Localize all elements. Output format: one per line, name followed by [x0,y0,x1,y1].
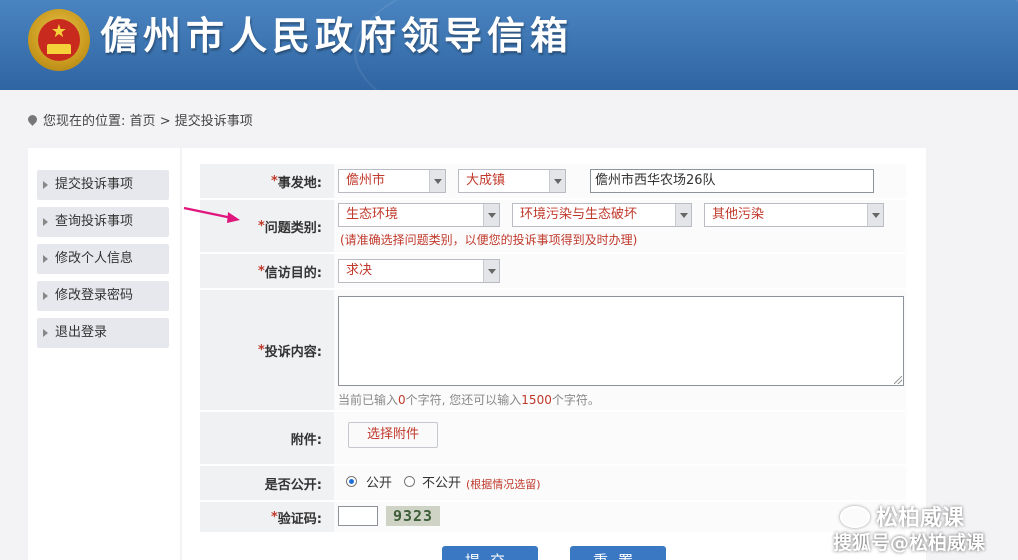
chevron-down-icon [483,260,499,282]
chevron-down-icon [867,204,883,226]
main-panel: * 事发地: 儋州市 大成镇 儋州市西华农场26队 * 问题类别: 生态环境 环境污… [182,148,926,560]
town-select[interactable]: 大成镇 [458,169,566,193]
captcha-image[interactable]: 9323 [386,506,440,526]
sidebar: 提交投诉事项 查询投诉事项 修改个人信息 修改登录密码 退出登录 [28,148,180,560]
location-pin-icon [26,113,39,126]
captcha-label: * 验证码: [270,509,322,527]
sidebar-item-label: 查询投诉事项 [55,214,134,229]
address-input[interactable]: 儋州市西华农场26队 [590,169,874,193]
triangle-right-icon [43,181,48,189]
public-no-radio[interactable] [404,476,415,487]
submit-button[interactable]: 提交 [442,546,538,560]
choose-attachment-button[interactable]: 选择附件 [348,422,438,448]
row-public: 是否公开: 公开 不公开 (根据情况选留) [200,466,906,500]
category-level2-select[interactable]: 环境污染与生态破坏 [512,203,692,227]
row-purpose: * 信访目的: 求决 [200,254,906,288]
content-label: * 投诉内容: [257,342,322,360]
breadcrumb-separator: > [159,114,171,129]
chevron-down-icon [675,204,691,226]
public-label: 是否公开: [264,477,322,493]
triangle-right-icon [43,329,48,337]
reset-button[interactable]: 重置 [570,546,666,560]
breadcrumb: 您现在的位置: 首页 > 提交投诉事项 [26,110,253,129]
site-header: ★ 儋州市人民政府领导信箱 [0,0,1018,90]
public-yes-radio[interactable] [346,476,357,487]
row-attachment: 附件: 选择附件 [200,412,906,464]
row-category: * 问题类别: 生态环境 环境污染与生态破坏 其他污染 (请准确选择问题类别，以便… [200,200,906,252]
chat-bubble-icon [840,506,870,528]
triangle-right-icon [43,292,48,300]
triangle-right-icon [43,218,48,226]
row-content: * 投诉内容: 当前已输入0个字符, 您还可以输入1500个字符。 [200,290,906,410]
resize-grip-icon[interactable] [894,376,902,384]
category-hint: (请准确选择问题类别，以便您的投诉事项得到及时办理) [340,233,638,247]
public-note: (根据情况选留) [466,478,541,491]
chevron-down-icon [549,170,565,192]
location-label: * 事发地: [270,173,322,191]
sidebar-item-logout[interactable]: 退出登录 [37,318,169,348]
row-captcha: * 验证码: 9323 [200,502,906,532]
triangle-right-icon [43,255,48,263]
attachment-label: 附件: [290,432,322,448]
captcha-input[interactable] [338,506,378,526]
breadcrumb-prefix: 您现在的位置: [43,114,126,129]
sidebar-item-change-password[interactable]: 修改登录密码 [37,281,169,311]
sidebar-item-label: 修改个人信息 [55,251,134,266]
breadcrumb-home-link[interactable]: 首页 [130,114,156,129]
national-emblem-icon: ★ [28,9,90,71]
content-counter: 当前已输入0个字符, 您还可以输入1500个字符。 [338,393,600,407]
site-title: 儋州市人民政府领导信箱 [100,14,574,58]
sidebar-item-label: 提交投诉事项 [55,177,134,192]
sidebar-item-submit-complaint[interactable]: 提交投诉事项 [37,170,169,200]
row-location: * 事发地: 儋州市 大成镇 儋州市西华农场26队 [200,164,906,198]
public-yes-label[interactable]: 公开 [366,472,392,491]
chevron-down-icon [429,170,445,192]
watermark-account: 搜狐号@松柏威课 [833,532,986,554]
chevron-down-icon [483,204,499,226]
content-textarea[interactable] [338,296,904,386]
purpose-label: * 信访目的: [257,263,322,281]
public-no-label[interactable]: 不公开 [422,472,461,491]
category-level1-select[interactable]: 生态环境 [338,203,500,227]
category-level3-select[interactable]: 其他污染 [704,203,884,227]
breadcrumb-current: 提交投诉事项 [174,114,253,129]
sidebar-item-label: 修改登录密码 [55,288,134,303]
annotation-arrow-icon [183,206,240,223]
sidebar-item-label: 退出登录 [55,325,108,340]
city-select[interactable]: 儋州市 [338,169,446,193]
sidebar-item-query-complaint[interactable]: 查询投诉事项 [37,207,169,237]
purpose-select[interactable]: 求决 [338,259,500,283]
sidebar-item-edit-profile[interactable]: 修改个人信息 [37,244,169,274]
